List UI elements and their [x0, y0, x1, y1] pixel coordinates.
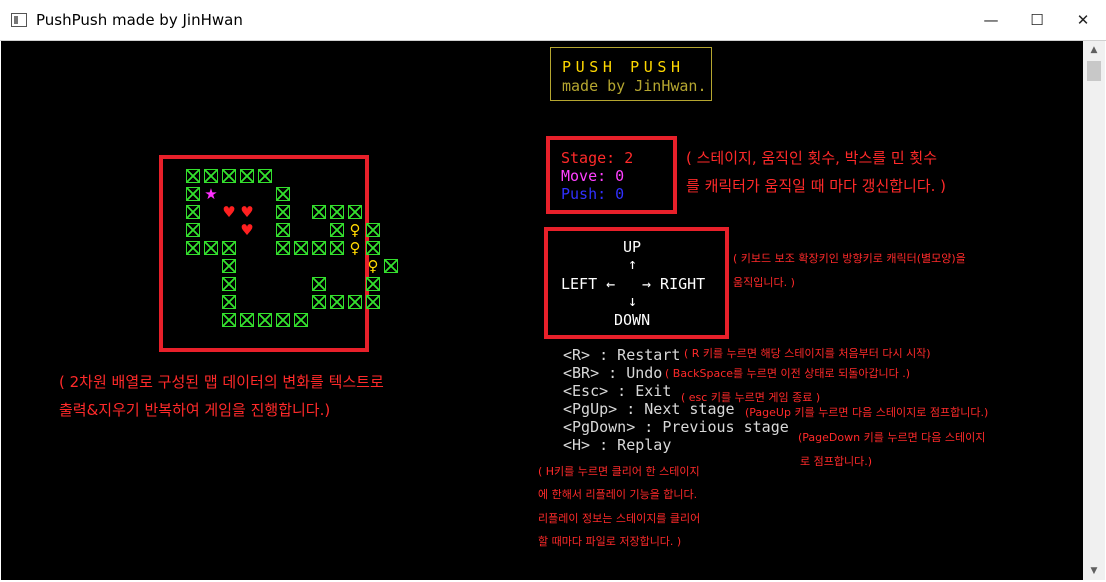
direction-annotation-line2: 움직입니다. )	[733, 276, 795, 289]
wall-tile	[366, 241, 380, 255]
down-arrow-icon: ↓	[628, 292, 638, 310]
wall-tile	[366, 277, 380, 291]
replay-annotation-line2: 에 한해서 리플레이 기능을 합니다.	[538, 488, 698, 501]
direction-up-label: UP	[623, 238, 642, 256]
app-window: PushPush made by JinHwan — ☐ ✕ PUSH PUSH…	[0, 0, 1106, 582]
map-annotation-line2: 출력&지우기 반복하여 게임을 진행합니다.)	[59, 401, 331, 419]
stats-annotation-line2: 를 캐릭터가 움직일 때 마다 갱신합니다. )	[686, 177, 947, 195]
wall-tile	[312, 241, 326, 255]
wall-tile	[258, 313, 272, 327]
wall-tile	[366, 295, 380, 309]
pgdown-annotation-line2: 로 점프합니다.)	[800, 455, 873, 468]
close-button[interactable]: ✕	[1060, 0, 1106, 40]
wall-tile	[204, 169, 218, 183]
wall-tile	[240, 313, 254, 327]
logo-title: PUSH PUSH	[562, 58, 685, 76]
wall-tile	[276, 205, 290, 219]
wall-tile	[330, 241, 344, 255]
wall-tile	[186, 205, 200, 219]
pgup-annotation: (PageUp 키를 누르면 다음 스테이지로 점프합니다.)	[745, 406, 989, 419]
wall-tile	[276, 313, 290, 327]
scroll-down-icon[interactable]: ▼	[1083, 562, 1105, 580]
box-heart-icon: ♥	[240, 203, 254, 221]
wall-tile	[186, 169, 200, 183]
wall-tile	[312, 277, 326, 291]
key-exit: <Esc> : Exit	[563, 382, 672, 400]
restart-annotation: ( R 키를 누르면 해당 스테이지를 처음부터 다시 시작)	[684, 347, 931, 360]
replay-annotation-line1: ( H키를 누르면 클리어 한 스테이지	[538, 465, 700, 478]
player-star-icon: ★	[204, 185, 218, 203]
wall-tile	[186, 187, 200, 201]
replay-annotation-line4: 할 때마다 파일로 저장합니다. )	[538, 535, 682, 548]
direction-right-label: → RIGHT	[642, 275, 706, 293]
key-previous-stage: <PgDown> : Previous stage	[563, 418, 789, 436]
game-logo: PUSH PUSH made by JinHwan.	[550, 47, 712, 101]
target-icon: ♀	[349, 221, 361, 239]
wall-tile	[204, 241, 218, 255]
wall-tile	[330, 223, 344, 237]
box-heart-icon: ♥	[240, 221, 254, 239]
target-icon: ♀	[349, 239, 361, 257]
exit-annotation: ( esc 키를 누르면 게임 종료 )	[681, 391, 821, 404]
key-replay: <H> : Replay	[563, 436, 672, 454]
direction-annotation-line1: ( 키보드 보조 확장키인 방향키로 캐릭터(별모양)을	[733, 252, 966, 265]
wall-tile	[276, 223, 290, 237]
wall-tile	[294, 313, 308, 327]
wall-tile	[222, 277, 236, 291]
direction-down-label: DOWN	[614, 311, 651, 329]
target-icon: ♀	[367, 257, 379, 275]
logo-subtitle: made by JinHwan.	[562, 77, 707, 95]
wall-tile	[186, 223, 200, 237]
wall-tile	[384, 259, 398, 273]
wall-tile	[312, 295, 326, 309]
wall-tile	[276, 241, 290, 255]
direction-left-label: LEFT ←	[561, 275, 616, 293]
key-undo: <BR> : Undo	[563, 364, 663, 382]
move-counter: Move: 0	[561, 167, 625, 185]
wall-tile	[222, 259, 236, 273]
wall-tile	[222, 169, 236, 183]
up-arrow-icon: ↑	[628, 255, 638, 273]
vertical-scrollbar[interactable]: ▲ ▼	[1083, 41, 1105, 580]
undo-annotation: ( BackSpace를 누르면 이전 상태로 되돌아갑니다 .)	[665, 367, 911, 380]
maximize-button[interactable]: ☐	[1014, 0, 1060, 40]
key-restart: <R> : Restart	[563, 346, 681, 364]
stage-counter: Stage: 2	[561, 149, 634, 167]
minimize-button[interactable]: —	[968, 0, 1014, 40]
wall-tile	[294, 241, 308, 255]
scroll-thumb[interactable]	[1087, 61, 1101, 81]
wall-tile	[258, 169, 272, 183]
window-title: PushPush made by JinHwan	[36, 11, 243, 29]
wall-tile	[222, 313, 236, 327]
map-annotation-line1: ( 2차원 배열로 구성된 맵 데이터의 변화를 텍스트로	[59, 373, 384, 391]
wall-tile	[366, 223, 380, 237]
wall-tile	[330, 205, 344, 219]
console-app-icon	[11, 13, 27, 27]
title-bar[interactable]: PushPush made by JinHwan — ☐ ✕	[0, 0, 1106, 41]
wall-tile	[240, 169, 254, 183]
wall-tile	[348, 205, 362, 219]
wall-tile	[222, 241, 236, 255]
pgdown-annotation-line1: (PageDown 키를 누르면 다음 스테이지	[798, 431, 986, 444]
scroll-up-icon[interactable]: ▲	[1083, 41, 1105, 59]
replay-annotation-line3: 리플레이 정보는 스테이지를 클리어	[538, 512, 701, 525]
wall-tile	[312, 205, 326, 219]
wall-tile	[330, 295, 344, 309]
box-heart-icon: ♥	[222, 203, 236, 221]
wall-tile	[276, 187, 290, 201]
console-area: PUSH PUSH made by JinHwan. Stage: 2 Move…	[1, 41, 1083, 580]
wall-tile	[222, 295, 236, 309]
wall-tile	[348, 295, 362, 309]
stats-annotation-line1: ( 스테이지, 움직인 횟수, 박스를 민 횟수	[686, 149, 937, 167]
push-counter: Push: 0	[561, 185, 625, 203]
wall-tile	[186, 241, 200, 255]
